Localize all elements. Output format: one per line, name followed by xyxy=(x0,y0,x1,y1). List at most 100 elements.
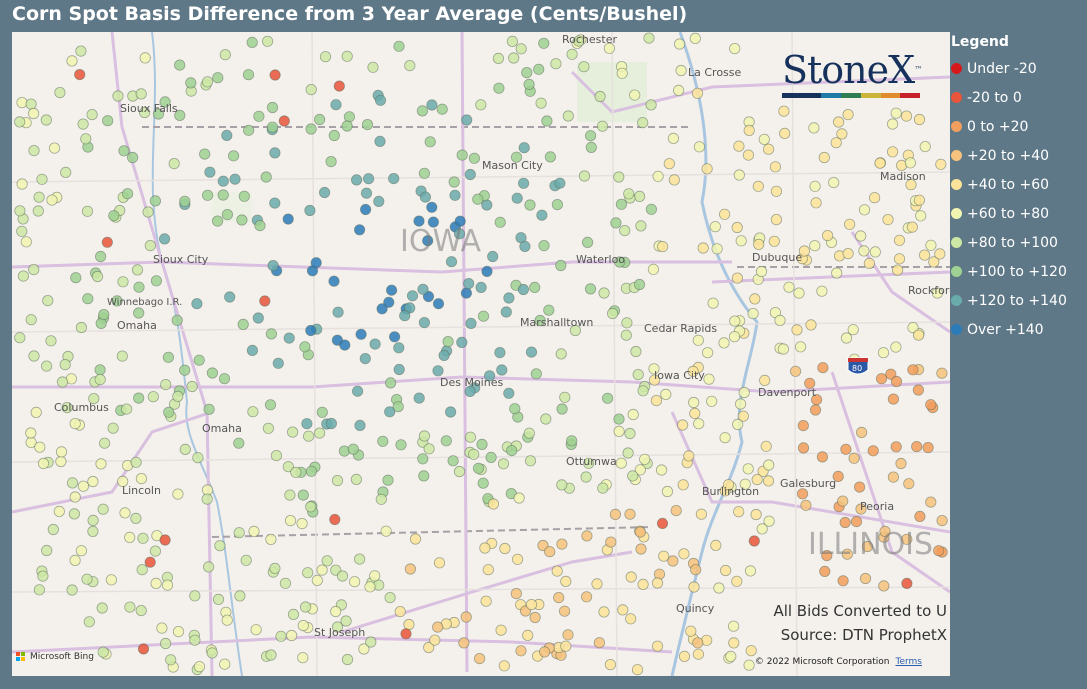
bid-point[interactable] xyxy=(384,406,396,418)
bid-point[interactable] xyxy=(270,449,282,462)
bid-point[interactable] xyxy=(267,260,279,272)
bid-point[interactable] xyxy=(762,475,775,487)
bid-point[interactable] xyxy=(858,204,871,216)
bid-point[interactable] xyxy=(855,230,867,242)
bid-point[interactable] xyxy=(468,152,480,164)
bid-point[interactable] xyxy=(637,578,649,591)
bid-point[interactable] xyxy=(325,156,337,168)
bid-point[interactable] xyxy=(265,533,277,545)
bid-point[interactable] xyxy=(508,52,520,64)
bid-point[interactable] xyxy=(858,245,870,257)
bid-point[interactable] xyxy=(179,364,191,376)
bid-point[interactable] xyxy=(36,173,48,185)
bid-point[interactable] xyxy=(116,350,128,362)
bid-point[interactable] xyxy=(760,440,772,452)
bid-point[interactable] xyxy=(480,595,492,607)
bid-point[interactable] xyxy=(809,404,822,416)
bid-point[interactable] xyxy=(729,43,741,55)
bid-point[interactable] xyxy=(853,481,866,493)
bid-point[interactable] xyxy=(133,281,145,293)
bid-point[interactable] xyxy=(81,573,93,585)
bid-point[interactable] xyxy=(316,406,328,418)
bid-point[interactable] xyxy=(417,453,429,465)
bid-point[interactable] xyxy=(734,398,747,410)
bid-point[interactable] xyxy=(214,540,226,552)
bid-point[interactable] xyxy=(745,645,757,657)
bid-point[interactable] xyxy=(536,209,548,221)
legend-item[interactable]: Over +140 xyxy=(951,315,1083,344)
bid-point[interactable] xyxy=(432,621,444,633)
bid-point[interactable] xyxy=(301,418,313,430)
bid-point[interactable] xyxy=(330,605,342,618)
bid-point[interactable] xyxy=(733,140,745,152)
bid-point[interactable] xyxy=(661,485,674,498)
bid-point[interactable] xyxy=(624,508,636,520)
bid-point[interactable] xyxy=(627,470,639,482)
bid-point[interactable] xyxy=(913,113,926,126)
bid-point[interactable] xyxy=(689,32,701,44)
bid-point[interactable] xyxy=(541,115,553,127)
bid-point[interactable] xyxy=(842,248,854,260)
bid-point[interactable] xyxy=(68,508,81,520)
bid-point[interactable] xyxy=(393,342,405,354)
bid-point[interactable] xyxy=(203,561,215,573)
bid-point[interactable] xyxy=(706,395,718,407)
bid-point[interactable] xyxy=(752,180,764,192)
bid-point[interactable] xyxy=(513,492,525,504)
bid-point[interactable] xyxy=(692,334,704,346)
bid-point[interactable] xyxy=(770,214,783,226)
bid-point[interactable] xyxy=(28,145,40,157)
bid-point[interactable] xyxy=(651,577,664,589)
bid-point[interactable] xyxy=(553,591,565,604)
bid-point[interactable] xyxy=(449,189,461,201)
bid-point[interactable] xyxy=(495,624,507,636)
bid-point[interactable] xyxy=(14,205,26,217)
bid-point[interactable] xyxy=(683,450,695,462)
bid-point[interactable] xyxy=(112,90,124,102)
bid-point[interactable] xyxy=(566,48,578,60)
bid-point[interactable] xyxy=(59,358,71,371)
bid-point[interactable] xyxy=(436,103,448,115)
bid-point[interactable] xyxy=(559,391,571,403)
bid-point[interactable] xyxy=(403,618,415,631)
bid-point[interactable] xyxy=(96,602,108,614)
bid-point[interactable] xyxy=(77,480,90,492)
bid-point[interactable] xyxy=(783,281,795,293)
bid-point[interactable] xyxy=(130,512,142,524)
bid-point[interactable] xyxy=(555,259,567,272)
bid-point[interactable] xyxy=(91,270,104,283)
bid-point[interactable] xyxy=(55,446,68,458)
bid-point[interactable] xyxy=(287,608,300,621)
bid-point[interactable] xyxy=(212,593,225,606)
bid-point[interactable] xyxy=(596,120,609,132)
bid-point[interactable] xyxy=(240,554,252,566)
bid-point[interactable] xyxy=(837,575,849,587)
bid-point[interactable] xyxy=(328,275,340,287)
bid-point[interactable] xyxy=(890,341,902,353)
bid-point[interactable] xyxy=(339,339,351,351)
bid-point[interactable] xyxy=(558,605,571,617)
bid-point[interactable] xyxy=(530,368,542,380)
bid-point[interactable] xyxy=(70,272,82,284)
bid-point[interactable] xyxy=(186,380,198,393)
bid-point[interactable] xyxy=(517,283,529,296)
bid-point[interactable] xyxy=(359,203,372,216)
bid-point[interactable] xyxy=(670,504,682,517)
bid-point[interactable] xyxy=(269,562,281,575)
bid-point[interactable] xyxy=(305,501,317,513)
bid-point[interactable] xyxy=(503,292,515,304)
bid-point[interactable] xyxy=(481,199,493,211)
bid-point[interactable] xyxy=(487,250,499,263)
bid-point[interactable] xyxy=(460,287,472,299)
bid-point[interactable] xyxy=(718,337,730,349)
bid-point[interactable] xyxy=(69,491,81,503)
bid-point[interactable] xyxy=(147,391,159,403)
bid-point[interactable] xyxy=(376,303,388,315)
bid-point[interactable] xyxy=(362,173,375,185)
bid-point[interactable] xyxy=(538,37,550,49)
bid-point[interactable] xyxy=(578,170,591,182)
bid-point[interactable] xyxy=(656,241,669,253)
bid-point[interactable] xyxy=(87,475,99,488)
bid-point[interactable] xyxy=(305,83,317,96)
legend-item[interactable]: +60 to +80 xyxy=(951,199,1083,228)
